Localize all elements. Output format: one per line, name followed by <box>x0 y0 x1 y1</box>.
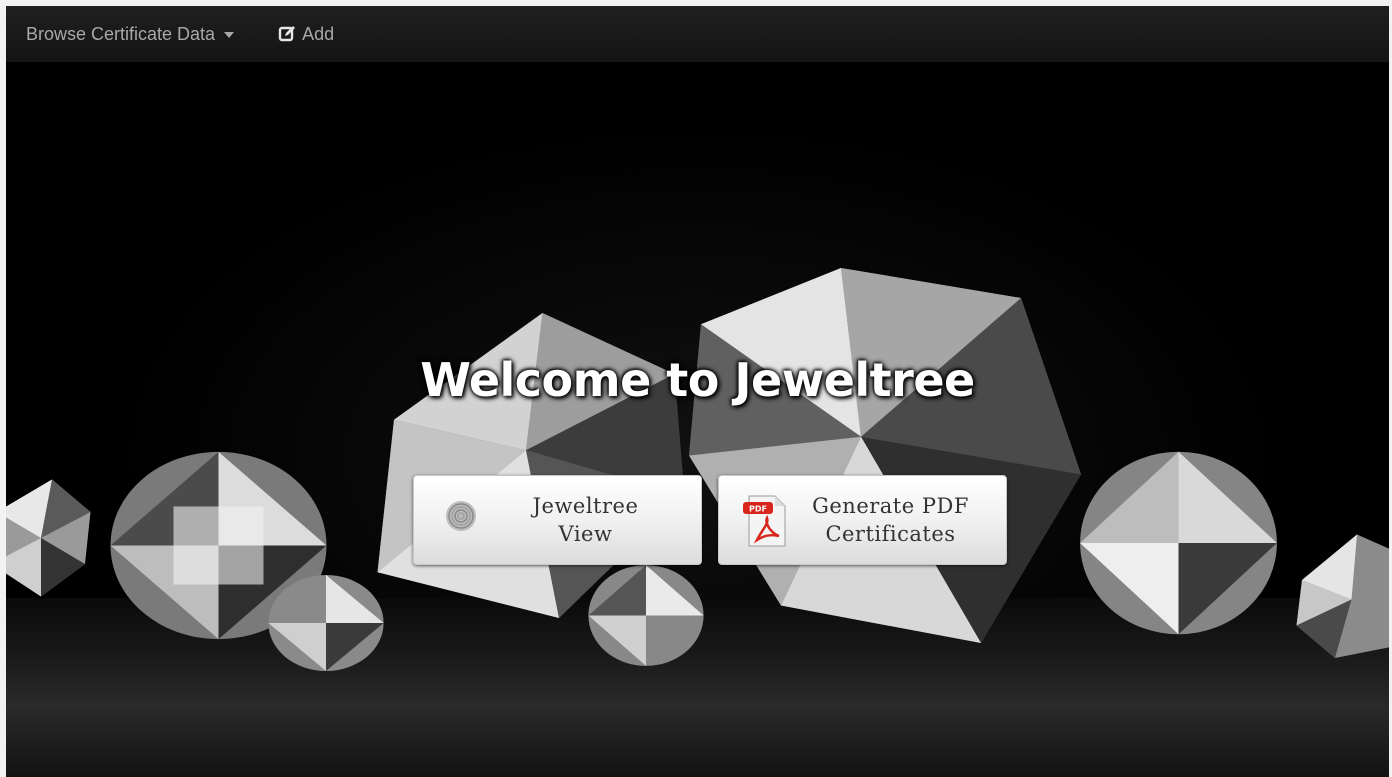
browse-certificate-data-dropdown[interactable]: Browse Certificate Data <box>6 6 235 62</box>
edit-icon <box>278 26 296 42</box>
tile-line-1: Generate PDF <box>812 494 969 518</box>
fingerprint-icon <box>446 501 476 531</box>
caret-down-icon <box>224 32 235 38</box>
tile-line-1: Jeweltree <box>532 494 639 518</box>
diamond-image <box>6 473 96 603</box>
tile-line-2: View <box>558 522 613 546</box>
browse-certificate-data-label: Browse Certificate Data <box>26 23 216 44</box>
diamond-image <box>586 563 706 668</box>
add-link[interactable]: Add <box>278 6 334 62</box>
generate-pdf-certificates-button[interactable]: PDF Generate PDF Certificates <box>718 475 1007 565</box>
page: Browse Certificate Data Add Welcome to J… <box>0 0 1392 777</box>
pdf-icon: PDF <box>743 495 786 547</box>
svg-text:PDF: PDF <box>749 505 767 514</box>
diamond-image <box>1291 528 1389 658</box>
top-navbar: Browse Certificate Data Add <box>6 6 1389 63</box>
generate-pdf-label: Generate PDF Certificates <box>789 492 1006 548</box>
jeweltree-view-label: Jeweltree View <box>484 492 701 548</box>
diamond-image <box>681 268 1081 643</box>
hero-banner: Welcome to Jeweltree Jeweltree View PDF <box>6 63 1389 777</box>
diamond-image <box>1076 448 1281 638</box>
add-label: Add <box>302 23 335 44</box>
tile-line-2: Certificates <box>825 522 956 546</box>
welcome-title: Welcome to Jeweltree <box>420 353 975 407</box>
jeweltree-view-button[interactable]: Jeweltree View <box>413 475 702 565</box>
